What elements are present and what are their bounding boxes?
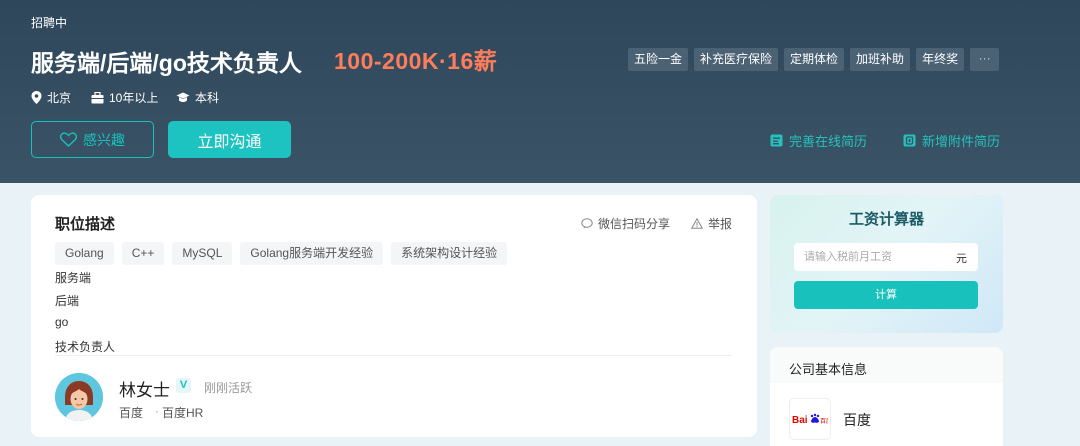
attachment-resume-icon — [903, 134, 916, 147]
company-name[interactable]: 百度 — [843, 410, 871, 430]
job-title: 服务端/后端/go技术负责人 — [31, 50, 302, 76]
description-line: 技术负责人 — [55, 340, 116, 354]
description-line: go — [55, 315, 69, 329]
share-label: 微信扫码分享 — [598, 217, 671, 231]
verified-badge: V — [176, 378, 191, 393]
currency-unit: 元 — [956, 253, 967, 265]
company-info-title: 公司基本信息 — [789, 362, 868, 377]
experience-text: 10年以上 — [109, 91, 159, 105]
wechat-icon — [581, 218, 593, 229]
location-info: 北京 — [31, 89, 71, 106]
recruiter-avatar[interactable] — [55, 373, 103, 421]
report-button[interactable]: 举报 — [691, 215, 732, 232]
description-title: 职位描述 — [55, 216, 116, 233]
company-logo[interactable]: Bai 百度 — [789, 398, 831, 440]
warning-icon — [691, 218, 703, 229]
recruiter-company: 百度 — [119, 406, 144, 420]
svg-text:百度: 百度 — [820, 417, 828, 425]
skill-tags: Golang C++ MySQL Golang服务端开发经验 系统架构设计经验 — [55, 242, 508, 265]
active-status: 刚刚活跃 — [204, 381, 253, 395]
salary: 100-200K·16薪 — [334, 48, 498, 74]
recruiter-role: 百度HR — [162, 406, 204, 420]
chat-now-button[interactable]: 立即沟通 — [168, 121, 291, 158]
resume-edit-icon — [770, 134, 783, 147]
salary-calculator: 工资计算器 元 计算 — [770, 195, 1003, 333]
improve-resume-link[interactable]: 完善在线简历 — [770, 131, 867, 150]
benefit-tag: 加班补助 — [850, 48, 911, 71]
benefit-tag: 五险一金 — [628, 48, 689, 71]
graduation-cap-icon — [176, 92, 190, 102]
interest-button[interactable]: 感兴趣 — [31, 121, 154, 158]
skill-tag: C++ — [121, 242, 165, 265]
wechat-share-button[interactable]: 微信扫码分享 — [581, 215, 670, 232]
salary-input[interactable] — [794, 243, 978, 271]
skill-tag: MySQL — [172, 242, 233, 265]
heart-icon — [60, 132, 77, 147]
location-pin-icon — [31, 91, 42, 104]
benefit-tag: 年终奖 — [916, 48, 965, 71]
calculator-title: 工资计算器 — [848, 211, 924, 228]
svg-text:Bai: Bai — [792, 415, 808, 426]
company-info-card: 公司基本信息 Bai 百度 百度 — [770, 347, 1003, 446]
interest-label: 感兴趣 — [83, 131, 125, 148]
baidu-logo-icon: Bai 百度 — [792, 413, 828, 426]
experience-info: 10年以上 — [91, 89, 158, 106]
skill-tag: 系统架构设计经验 — [391, 242, 508, 265]
divider — [55, 355, 732, 356]
add-attachment-resume-link[interactable]: 新增附件简历 — [903, 131, 1000, 150]
job-description-card: 职位描述 微信扫码分享 举报 Golang C++ MySQL Golang服务… — [31, 195, 757, 437]
company-info-header: 公司基本信息 — [770, 347, 1003, 383]
skill-tag: Golang服务端开发经验 — [240, 242, 384, 265]
description-line: 后端 — [55, 294, 80, 308]
more-benefits-button[interactable]: ··· — [970, 48, 1000, 71]
education-text: 本科 — [195, 91, 220, 105]
location-text: 北京 — [47, 91, 72, 105]
avatar-illustration — [55, 373, 103, 421]
benefit-tag: 补充医疗保险 — [694, 48, 779, 71]
briefcase-icon — [91, 91, 104, 103]
skill-tag: Golang — [55, 242, 114, 265]
recruiter-name: 林女士 — [119, 381, 170, 400]
description-line: 服务端 — [55, 271, 92, 285]
calculate-button[interactable]: 计算 — [794, 281, 978, 309]
add-attachment-label: 新增附件简历 — [922, 134, 1001, 149]
improve-resume-label: 完善在线简历 — [789, 134, 868, 149]
job-header: 招聘中 服务端/后端/go技术负责人 100-200K·16薪 北京 10年以上… — [0, 0, 1080, 183]
benefit-tags: 五险一金 补充医疗保险 定期体检 加班补助 年终奖 ··· — [628, 48, 1000, 71]
report-label: 举报 — [708, 217, 733, 231]
separator-dot: · — [155, 404, 159, 418]
benefit-tag: 定期体检 — [784, 48, 845, 71]
education-info: 本科 — [176, 89, 219, 106]
job-status: 招聘中 — [31, 16, 68, 30]
